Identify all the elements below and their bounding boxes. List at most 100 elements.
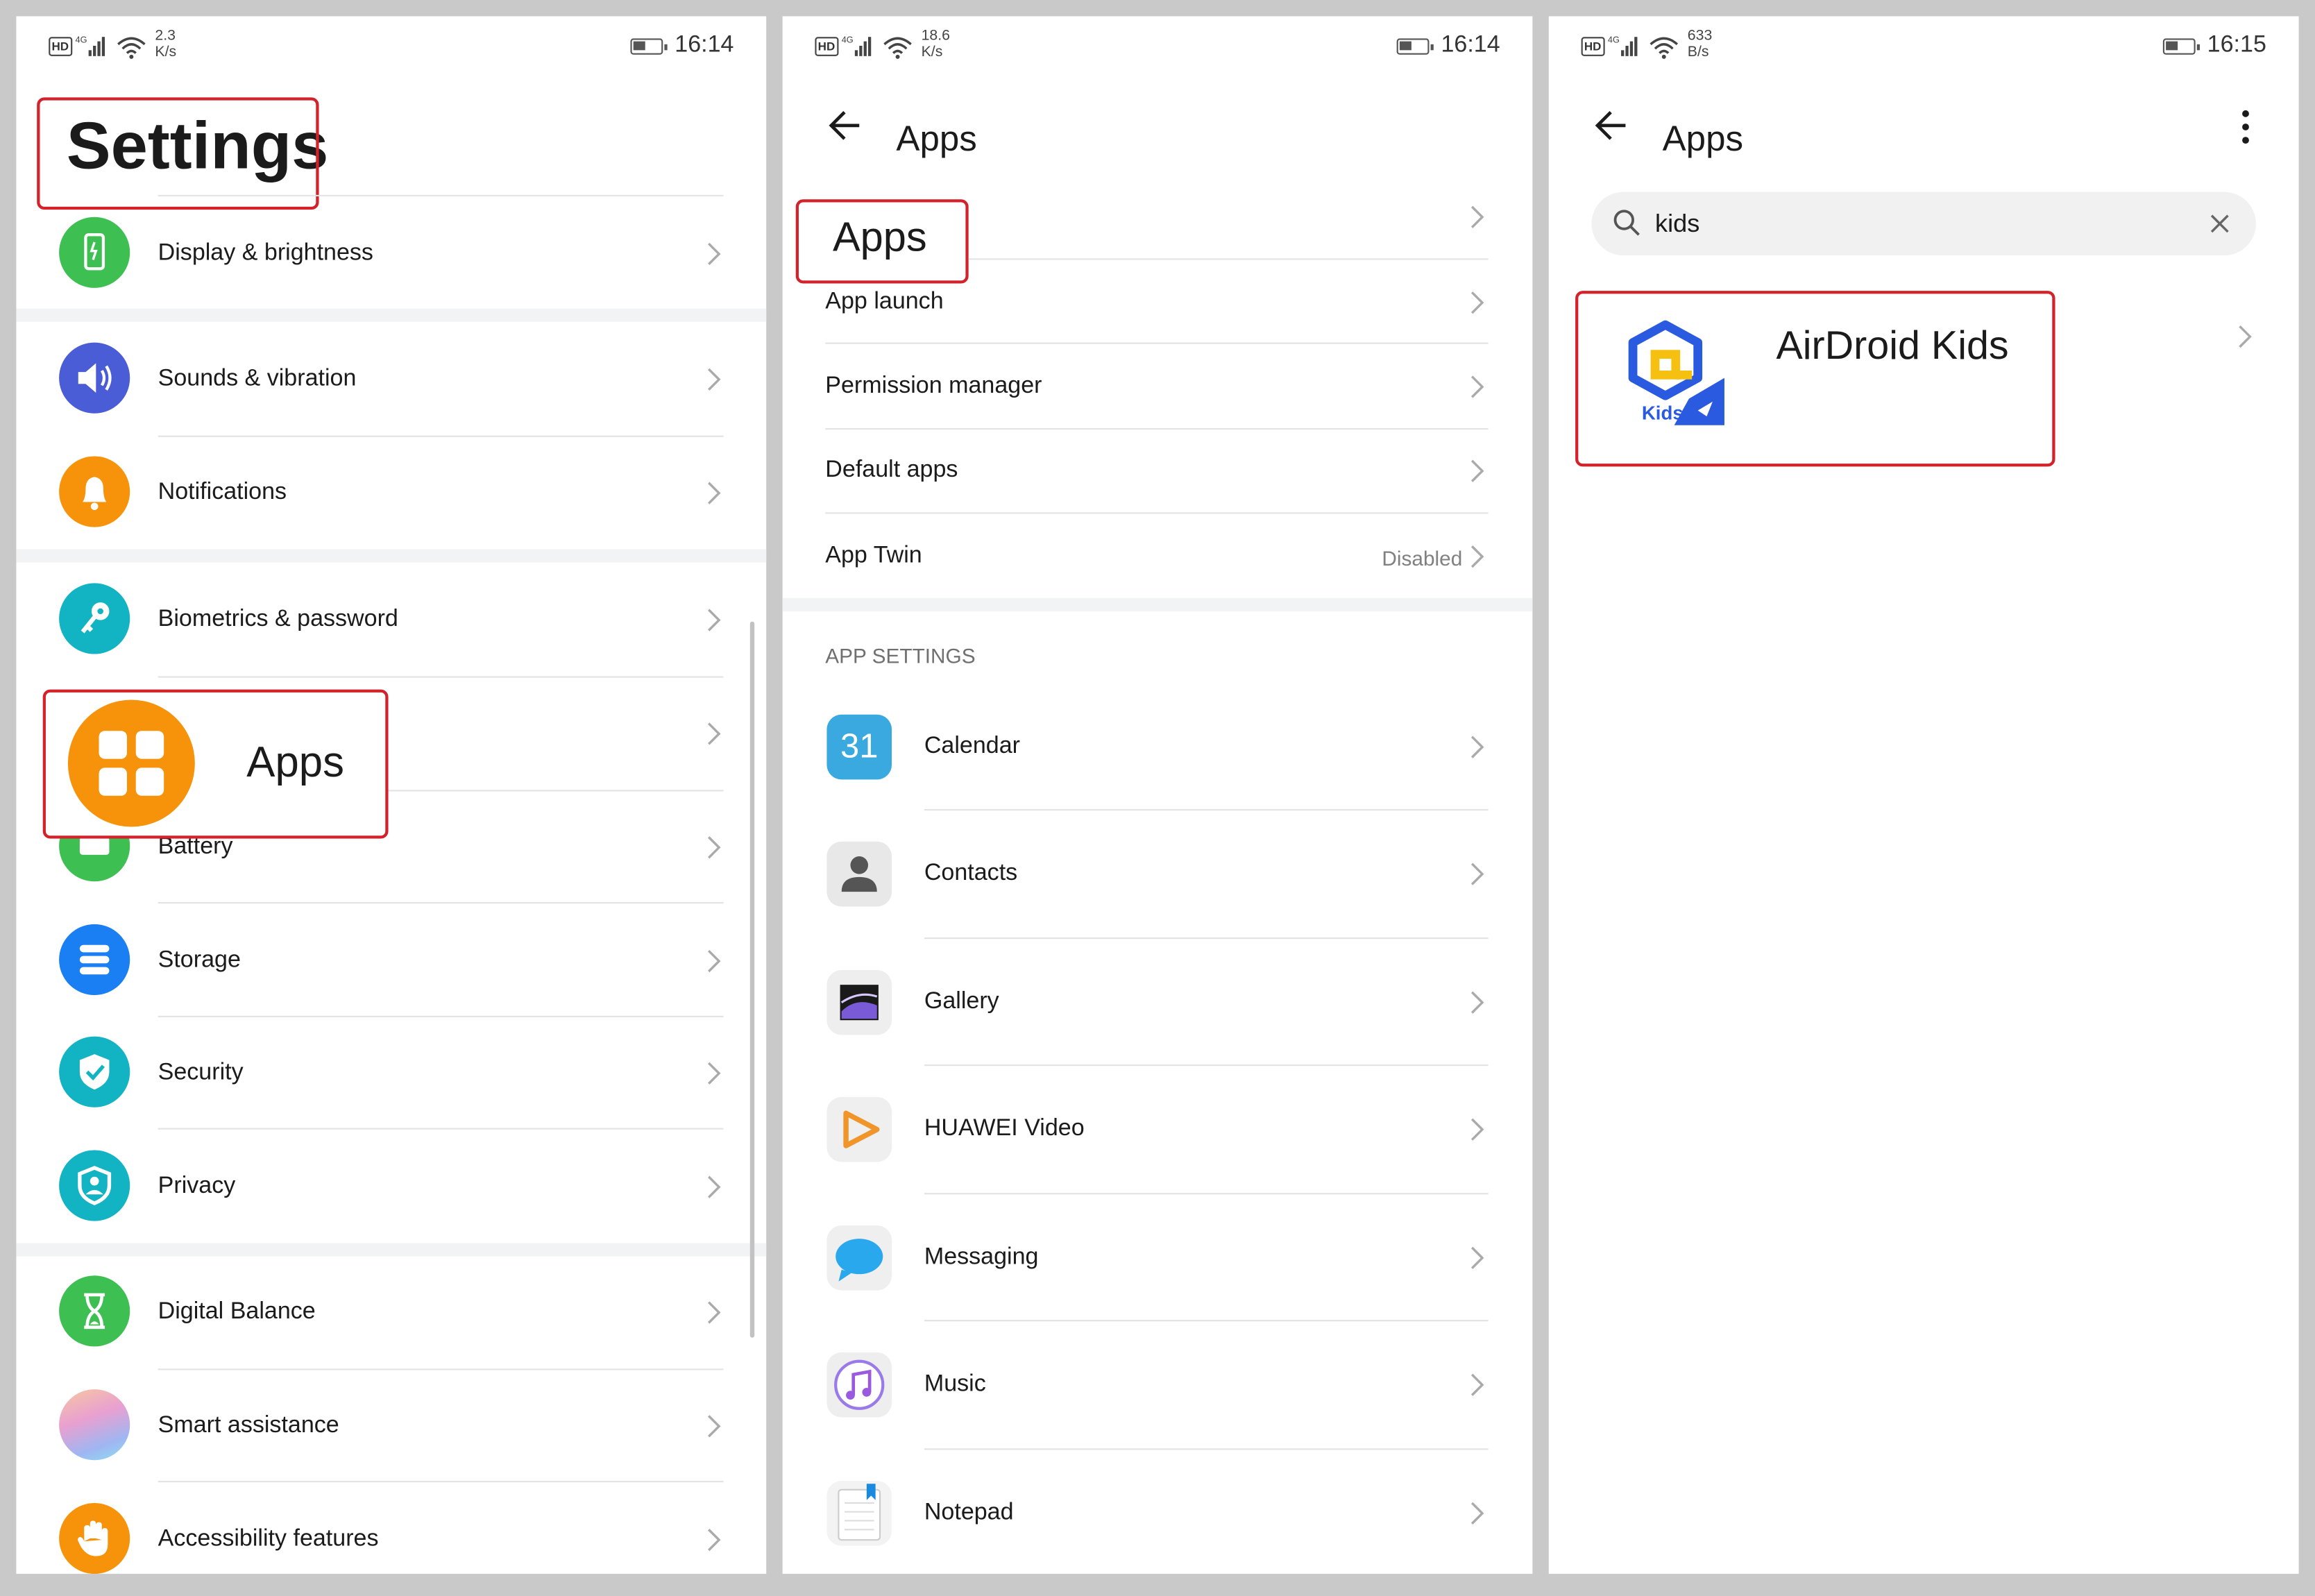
settings-item-display[interactable]: Display & brightness: [16, 217, 766, 291]
app-row-gallery[interactable]: Gallery: [783, 967, 1533, 1041]
app-row-calendar[interactable]: 31 Calendar: [783, 712, 1533, 786]
settings-item-security[interactable]: Security: [16, 1036, 766, 1110]
settings-item-digital-balance[interactable]: Digital Balance: [16, 1275, 766, 1349]
apps-menu-highlight[interactable]: Apps: [795, 199, 969, 284]
chevron-right-icon: [1468, 543, 1486, 570]
battery-status-icon: [2162, 38, 2200, 55]
signal-icon: 4G: [76, 35, 105, 56]
app-row-label: Gallery: [924, 989, 999, 1015]
notepad-icon: [826, 1481, 892, 1546]
app-row-label: Messaging: [924, 1244, 1039, 1270]
settings-item-biometrics[interactable]: Biometrics & password: [16, 583, 766, 656]
scrollbar[interactable]: [749, 621, 755, 1338]
chevron-right-icon: [1468, 289, 1486, 316]
menu-item-label: App Twin: [825, 543, 922, 569]
app-row-messaging[interactable]: Messaging: [783, 1223, 1533, 1296]
apps-callout[interactable]: Apps: [42, 689, 389, 839]
wifi-icon: [117, 37, 146, 59]
status-time: 16:14: [1441, 32, 1500, 58]
clear-search-icon[interactable]: [2209, 212, 2231, 235]
settings-item-notifications[interactable]: Notifications: [16, 456, 766, 529]
page-title: Apps: [1662, 119, 1744, 160]
svg-text:4G: 4G: [842, 35, 854, 45]
wifi-icon: [1650, 37, 1679, 59]
app-row-label: Music: [924, 1371, 986, 1397]
result-label: AirDroid Kids: [1776, 323, 2009, 368]
messaging-icon: [826, 1225, 892, 1291]
video-icon: [826, 1096, 892, 1162]
hourglass-icon: [59, 1275, 130, 1347]
chevron-right-icon: [1468, 1117, 1486, 1143]
hd-icon: HD: [49, 37, 72, 56]
settings-item-sounds[interactable]: Sounds & vibration: [16, 342, 766, 416]
app-row-label: Notepad: [924, 1500, 1014, 1525]
svg-text:4G: 4G: [76, 35, 87, 45]
signal-icon: 4G: [842, 35, 872, 56]
search-bar[interactable]: kids: [1591, 192, 2256, 256]
menu-item-label: Apps: [832, 214, 927, 260]
chevron-right-icon: [704, 1527, 722, 1553]
gallery-icon: [826, 969, 892, 1035]
app-row-notepad[interactable]: Notepad: [783, 1478, 1533, 1552]
apps-callout-label: Apps: [246, 739, 344, 788]
chevron-right-icon: [704, 1413, 722, 1439]
chevron-right-icon: [704, 606, 722, 633]
chevron-right-icon: [1468, 860, 1486, 887]
chevron-right-icon: [704, 1299, 722, 1325]
page-title: Apps: [896, 119, 977, 160]
storage-icon: [59, 924, 130, 996]
app-row-music[interactable]: Music: [783, 1350, 1533, 1423]
menu-item-permission-manager[interactable]: Permission manager: [783, 360, 1533, 434]
apps-screen: HD 4G 18.6 K/s 16:14 Apps Apps App launch…: [782, 16, 1533, 1574]
chevron-right-icon: [704, 1060, 722, 1087]
back-arrow-icon[interactable]: [826, 108, 865, 143]
chevron-right-icon: [1468, 373, 1486, 400]
settings-item-label: Notifications: [158, 479, 287, 505]
svg-text:4G: 4G: [1608, 35, 1620, 45]
chevron-right-icon: [704, 479, 722, 506]
settings-item-label: Biometrics & password: [158, 606, 398, 632]
network-speed: 18.6 K/s: [921, 28, 951, 61]
chevron-right-icon: [1468, 1372, 1486, 1398]
menu-item-app-launch[interactable]: App launch: [783, 276, 1533, 350]
menu-item-label: App launch: [825, 289, 944, 315]
menu-item-label: Permission manager: [825, 373, 1042, 399]
apps-search-screen: HD 4G 633 B/s 16:15 Apps kids Kids AirDro…: [1548, 16, 2299, 1574]
settings-item-privacy[interactable]: Privacy: [16, 1150, 766, 1223]
app-twin-status: Disabled: [1382, 546, 1463, 570]
chevron-right-icon: [704, 366, 722, 393]
search-input[interactable]: kids: [1655, 210, 1699, 239]
app-row-label: HUAWEI Video: [924, 1116, 1085, 1141]
chevron-right-icon: [704, 948, 722, 974]
battery-status-icon: [630, 38, 668, 55]
airdroid-kids-app-icon: Kids: [1606, 313, 1724, 432]
settings-item-smart-assistance[interactable]: Smart assistance: [16, 1389, 766, 1463]
speaker-icon: [59, 342, 130, 414]
hd-icon: HD: [1581, 37, 1604, 56]
status-time: 16:14: [675, 32, 734, 58]
apps-grid-icon: [67, 699, 195, 827]
settings-item-storage[interactable]: Storage: [16, 924, 766, 998]
app-row-huawei-video[interactable]: HUAWEI Video: [783, 1094, 1533, 1168]
result-highlight-box: Kids AirDroid Kids: [1575, 291, 2055, 467]
network-speed: 2.3 K/s: [155, 28, 177, 61]
chevron-right-icon: [704, 720, 722, 747]
menu-item-label: Default apps: [825, 457, 958, 483]
settings-item-accessibility[interactable]: Accessibility features: [16, 1502, 766, 1574]
status-time: 16:15: [2207, 32, 2266, 58]
settings-item-label: Digital Balance: [158, 1299, 316, 1325]
settings-item-label: Display & brightness: [158, 240, 373, 266]
screenshot-composite: HD 4G 2.3 K/s 16:14 Settings Display & br…: [0, 0, 2315, 1596]
menu-item-app-twin[interactable]: App Twin Disabled: [783, 530, 1533, 604]
chevron-right-icon: [1468, 1500, 1486, 1527]
chevron-right-icon: [1468, 458, 1486, 484]
svg-text:Kids: Kids: [1642, 402, 1684, 423]
more-options-icon[interactable]: [2239, 108, 2251, 146]
app-row-label: Calendar: [924, 733, 1021, 759]
settings-screen: HD 4G 2.3 K/s 16:14 Settings Display & br…: [16, 16, 767, 1574]
menu-item-default-apps[interactable]: Default apps: [783, 444, 1533, 518]
back-arrow-icon[interactable]: [1593, 108, 1631, 143]
app-row-contacts[interactable]: Contacts: [783, 839, 1533, 912]
shield-check-icon: [59, 1036, 130, 1107]
status-bar: HD 4G 633 B/s 16:15: [1549, 16, 2299, 78]
